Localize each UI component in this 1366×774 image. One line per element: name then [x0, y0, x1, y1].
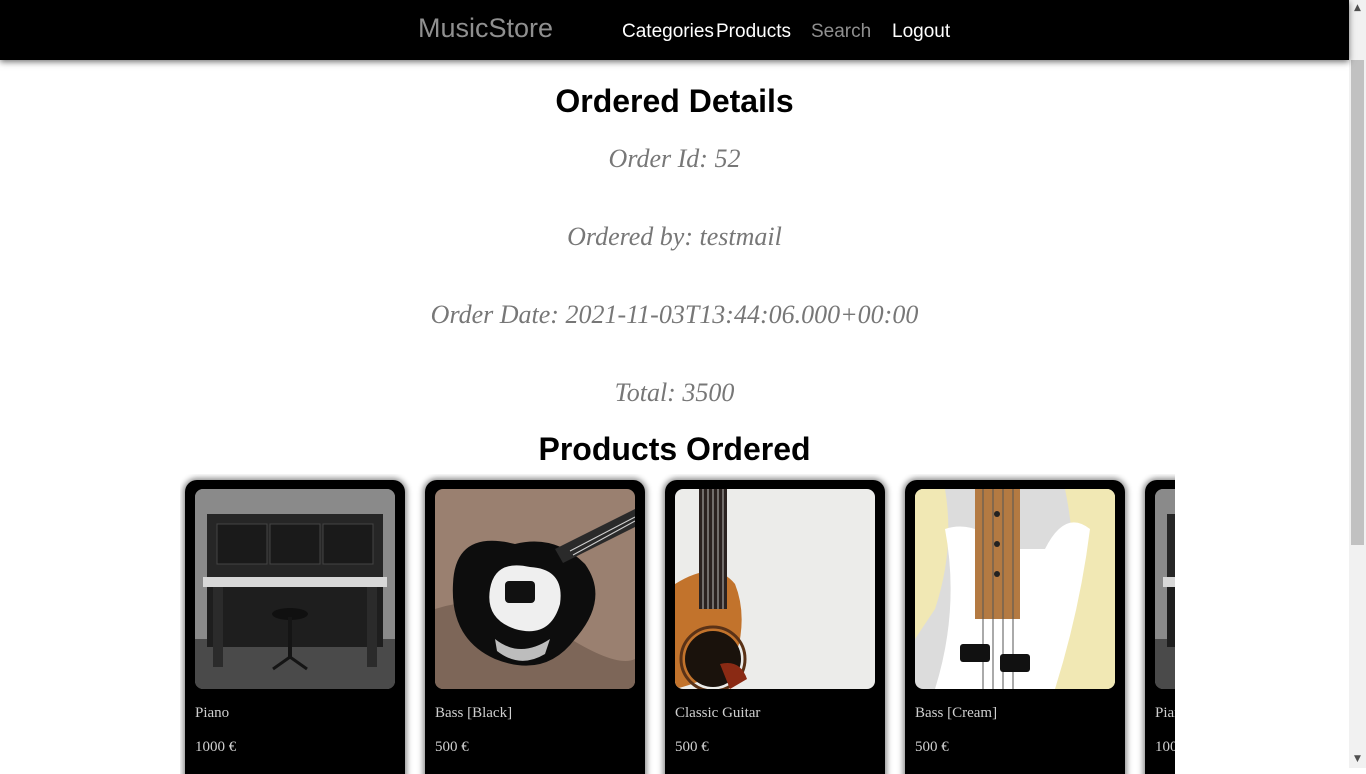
- product-price: 500 €: [675, 739, 709, 755]
- product-card-list: Piano 1000 € Bass [Black] 500 € Classic …: [180, 474, 1175, 774]
- product-card[interactable]: Classic Guitar 500 €: [665, 480, 885, 774]
- scroll-thumb[interactable]: [1351, 60, 1364, 545]
- page-scrollbar[interactable]: ▲ ▼: [1349, 0, 1366, 768]
- black-bass-image: [435, 489, 635, 689]
- scroll-down-arrow-icon[interactable]: ▼: [1349, 751, 1366, 768]
- product-name: Bass [Black]: [435, 705, 513, 721]
- acoustic-guitar-image: [675, 489, 875, 689]
- ordered-details-heading: Ordered Details: [555, 83, 794, 119]
- product-price: 1000 €: [1155, 739, 1175, 755]
- product-card[interactable]: Bass [Black] 500 €: [425, 480, 645, 774]
- scroll-up-arrow-icon[interactable]: ▲: [1349, 0, 1366, 17]
- products-ordered-heading: Products Ordered: [538, 431, 811, 467]
- product-name: Classic Guitar: [675, 705, 761, 721]
- product-price: 500 €: [435, 739, 469, 755]
- product-price: 1000 €: [195, 739, 237, 755]
- product-card[interactable]: Bass [Cream] 500 €: [905, 480, 1125, 774]
- order-date: Order Date: 2021-11-03T13:44:06.000+00:0…: [430, 300, 919, 329]
- order-total: Total: 3500: [614, 378, 735, 407]
- navbar: MusicStore Categories Products Search Lo…: [0, 0, 1349, 60]
- piano-image: [1155, 489, 1175, 689]
- piano-image: [195, 489, 395, 689]
- product-name: Piano: [195, 705, 230, 721]
- cream-bass-image: [915, 489, 1115, 689]
- nav-products[interactable]: Products: [716, 21, 791, 43]
- nav-categories[interactable]: Categories: [622, 21, 714, 43]
- product-name: Bass [Cream]: [915, 705, 998, 721]
- brand-logo[interactable]: MusicStore: [418, 13, 553, 44]
- product-card[interactable]: Piano 1000 €: [185, 480, 405, 774]
- order-id: Order Id: 52: [608, 144, 741, 173]
- nav-logout[interactable]: Logout: [892, 21, 950, 43]
- nav-search[interactable]: Search: [811, 21, 871, 43]
- product-card[interactable]: Piano 1000 €: [1145, 480, 1175, 774]
- product-price: 500 €: [915, 739, 949, 755]
- ordered-by: Ordered by: testmail: [567, 222, 782, 251]
- product-name: Piano: [1155, 705, 1175, 721]
